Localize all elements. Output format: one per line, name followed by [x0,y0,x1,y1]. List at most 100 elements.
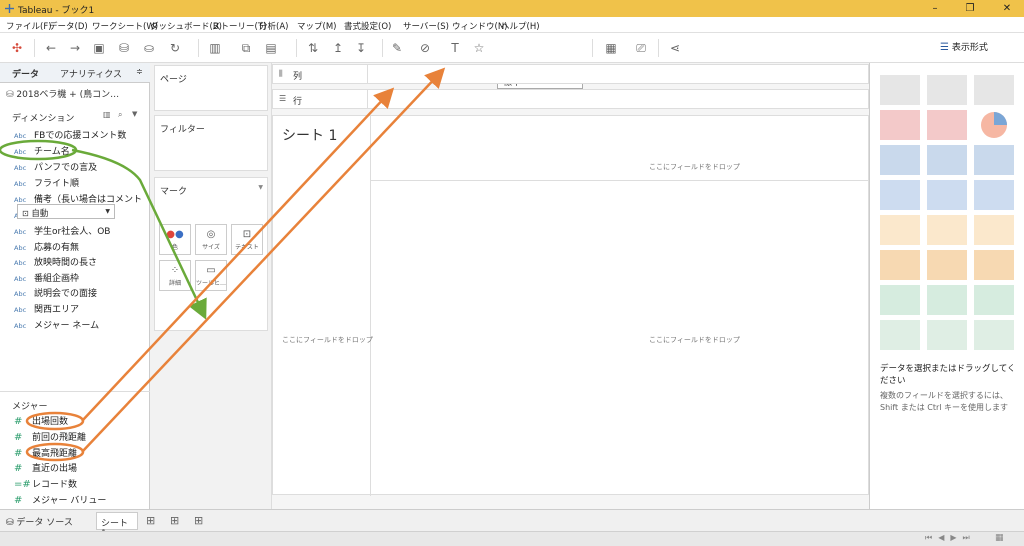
dimension-field[interactable]: Abc パンフでの言及 [14,160,97,175]
new-dashboard-icon[interactable]: ⊞ [170,514,179,527]
columns-drop-zone[interactable]: ここにフィールドをドロップ [649,162,740,172]
measure-field[interactable]: # 最高飛距離 [14,446,77,461]
menu-map[interactable]: マップ(M) [297,20,336,32]
search-icon[interactable]: ⌕ [118,110,122,120]
tooltip-label: ツールヒ… [196,280,227,287]
dimension-field[interactable]: Abc チーム名 [14,144,70,159]
close-icon[interactable]: ✕ [1000,2,1014,15]
dimension-field[interactable]: Abc 応募の有無 [14,240,79,255]
clear-sheet-icon[interactable]: ▤ [262,39,280,57]
fix-axes-icon[interactable]: ☆ [470,39,488,57]
tab-data[interactable]: データ [12,67,39,80]
tooltip-button[interactable]: ▭ ツールヒ… [195,260,227,291]
new-story-icon[interactable]: ⊞ [194,514,203,527]
group-members-icon[interactable]: ⊘ [416,39,434,57]
tableau-home-icon[interactable]: ✣ [8,39,26,57]
sort-ascending-icon[interactable]: ↥ [329,39,347,57]
highlight-table-thumb [974,75,1014,105]
measure-field[interactable]: # 直近の出場 [14,461,77,476]
field-label: 出場回数 [32,417,69,427]
tab-analytics[interactable]: アナリティクス [60,67,122,80]
menu-window[interactable]: ウィンドウ(N) [452,20,508,32]
detail-icon: ⁘ [170,265,180,276]
line-discrete-thumb [880,215,920,245]
rows-shelf[interactable]: ☰ 行 [272,89,869,109]
label-button[interactable]: ⊡ テキスト [231,224,263,255]
tabs-menu-icon[interactable]: ≑ [136,67,143,76]
undo-icon[interactable]: ← [42,39,60,57]
string-type-icon: Abc [14,244,27,252]
new-worksheet-icon[interactable]: ⊞ [146,514,155,527]
size-button[interactable]: ◎ サイズ [195,224,227,255]
text-table-thumb [880,75,920,105]
save-icon[interactable]: ▣ [90,39,108,57]
dimension-field[interactable]: Abc メジャー ネーム [14,318,99,333]
filters-card[interactable]: フィルター [154,115,268,171]
color-button[interactable]: ●● 色 [159,224,191,255]
measure-field[interactable]: # メジャー バリュー [14,493,106,508]
sort-descending-icon[interactable]: ↧ [352,39,370,57]
share-icon[interactable]: ⋖ [666,39,684,57]
restore-icon[interactable]: ❐ [963,2,977,15]
show-cards-icon[interactable]: ▦ [602,39,620,57]
string-type-icon: Abc [14,322,27,330]
dimension-field[interactable]: Abc 関西エリア [14,302,79,317]
new-worksheet-icon[interactable]: ▥ [206,39,224,57]
area-continuous-thumb [880,250,920,280]
dimension-field[interactable]: Abc フライト順 [14,176,79,191]
minimize-icon[interactable]: – [928,2,942,15]
circle-view-thumb [927,180,967,210]
string-type-icon: Abc [14,164,27,172]
mark-type-select[interactable]: ⊡ 自動 ▼ [17,204,115,219]
presentation-mode-icon[interactable]: ⎚ [632,39,650,57]
show-me-button[interactable]: ☰ 表示形式 [940,40,988,53]
measure-field[interactable]: # 前回の飛距離 [14,430,86,445]
measure-field[interactable]: =#レコード数 [14,477,77,492]
heat-map-thumb [927,75,967,105]
string-type-icon: Abc [14,259,27,267]
chevron-down-icon[interactable]: ▼ [258,184,263,191]
toolbar-separator [34,39,35,57]
field-label: 学生or社会人、OB [34,227,111,237]
dimension-field[interactable]: Abc FBでの応援コメント数 [14,128,126,143]
menu-server[interactable]: サーバー(S) [403,20,449,32]
menu-analysis[interactable]: 分析(A) [259,20,288,32]
view-grid-icon[interactable]: ▥ [103,110,111,119]
grid-view-icon[interactable]: ▦ [995,533,1004,543]
detail-button[interactable]: ⁘ 詳細 [159,260,191,291]
window-title: Tableau - ブック1 [18,6,95,16]
chevron-down-icon[interactable]: ▼ [132,110,137,118]
datasource-tab[interactable]: ⛁ データ ソース [6,515,73,528]
pages-card[interactable]: ページ [154,65,268,111]
menu-data[interactable]: データ(D) [49,20,88,32]
measure-field[interactable]: # 出場回数 [14,414,68,429]
redo-icon[interactable]: → [66,39,84,57]
treemap-thumb [880,180,920,210]
menu-help[interactable]: ヘルプ(H) [501,20,540,32]
dimension-field[interactable]: Abc 放映時間の長さ [14,255,97,270]
dimension-field[interactable]: Abc 番組企画枠 [14,271,79,286]
tableau-logo-icon [5,4,14,13]
refresh-icon[interactable]: ↻ [166,39,184,57]
datasource-item[interactable]: ⛁ 2018ベラ機 + (鳥コン… [6,87,119,100]
view-drop-zone[interactable]: ここにフィールドをドロップ [649,335,740,345]
show-labels-icon[interactable]: T [446,39,464,57]
new-datasource-icon[interactable]: ⛁ [115,39,133,57]
menu-format[interactable]: 書式設定(O) [344,20,391,32]
sheet-navigation-icons[interactable]: ⏮◀▶⏭ [925,533,976,543]
stacked-bar-thumb [927,145,967,175]
dimension-field[interactable]: Abc 説明会での面接 [14,286,97,301]
menu-file[interactable]: ファイル(F) [6,20,52,32]
swap-rows-columns-icon[interactable]: ⇅ [304,39,322,57]
rows-drop-zone[interactable]: ここにフィールドをドロップ [282,335,373,345]
sheet-title: シート 1 [282,128,338,144]
dual-line-thumb [974,215,1014,245]
highlight-icon[interactable]: ✎ [388,39,406,57]
duplicate-sheet-icon[interactable]: ⧉ [237,39,255,57]
sheet-tab[interactable]: シート 1 [96,512,138,539]
histogram-thumb [927,285,967,315]
dimension-field[interactable]: Abc 学生or社会人、OB [14,224,110,239]
columns-shelf[interactable]: ⫼ 列 [272,64,869,84]
pause-updates-icon[interactable]: ⛀ [140,39,158,57]
menu-worksheet[interactable]: ワークシート(W) [92,20,158,32]
